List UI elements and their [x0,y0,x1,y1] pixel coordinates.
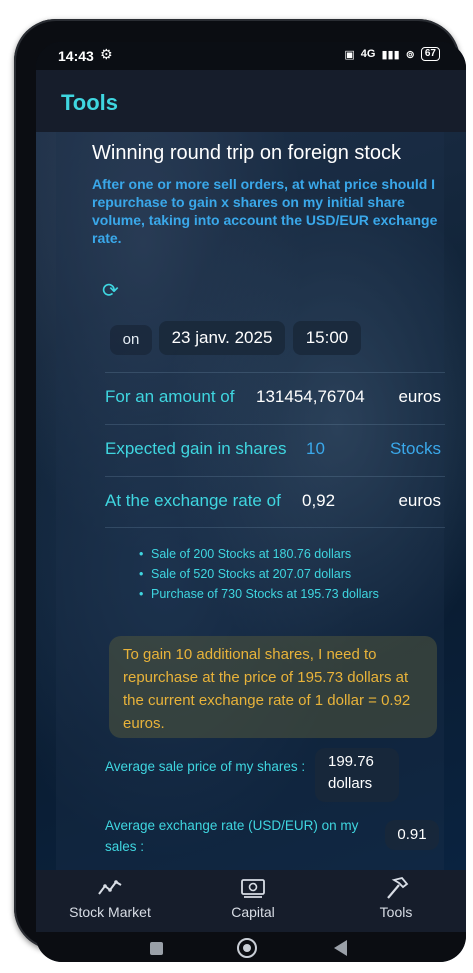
refresh-icon[interactable]: ⟳ [102,278,119,303]
avg-rate-value: 0.91 [385,820,439,850]
content: Winning round trip on foreign stock Afte… [36,132,466,870]
hammer-icon [336,876,456,900]
settings-gear-icon: ⚙ [100,46,113,62]
orders-list: Sale of 200 Stocks at 180.76 dollars Sal… [139,544,379,604]
list-item: Sale of 520 Stocks at 207.07 dollars [139,564,379,584]
bottom-nav: Stock Market Capital Tools [36,870,466,932]
screen: 14:43 ⚙ ▣ 4G ▮▮▮ ⊚ 67 Tools Winning roun… [36,42,466,962]
rate-input[interactable]: 0,92 [302,491,335,511]
phone-frame: 14:43 ⚙ ▣ 4G ▮▮▮ ⊚ 67 Tools Winning roun… [14,19,466,962]
tool-card: Winning round trip on foreign stock Afte… [56,132,445,870]
amount-row: For an amount of 131454,76704 euros [105,372,445,423]
list-item: Purchase of 730 Stocks at 195.73 dollars [139,584,379,604]
gain-label: Expected gain in shares [105,439,287,458]
app-bar: Tools [36,70,466,132]
rate-label: At the exchange rate of [105,491,281,510]
gain-row: Expected gain in shares 10 Stocks [105,424,445,475]
nav-tools[interactable]: Tools [336,876,456,920]
avg-rate-label: Average exchange rate (USD/EUR) on my sa… [105,818,359,854]
avg-price-value: 199.76 dollars [315,748,399,802]
battery-icon: 67 [420,47,440,61]
avg-price-label: Average sale price of my shares : [105,759,306,774]
chart-line-icon [50,876,170,900]
nav-capital-label: Capital [231,904,275,920]
gain-input[interactable]: 10 [306,439,325,459]
time-picker[interactable]: 15:00 [293,321,361,355]
alarm-icon: ▣ [344,48,355,61]
amount-unit: euros [398,387,441,406]
section-subtitle: After one or more sell orders, at what p… [92,176,438,246]
hotspot-icon: ⊚ [405,48,415,61]
gain-unit-selector[interactable]: Stocks [390,439,441,459]
home-icon[interactable] [237,938,257,958]
system-nav-bar [36,932,466,962]
network-label: 4G [360,48,376,60]
rate-row: At the exchange rate of 0,92 euros [105,476,445,528]
status-time: 14:43 [58,48,94,64]
back-icon[interactable] [334,940,347,956]
nav-stock-market-label: Stock Market [69,904,151,920]
rate-unit: euros [398,491,441,510]
amount-label: For an amount of [105,387,235,406]
nav-capital[interactable]: Capital [193,876,313,920]
nav-stock-market[interactable]: Stock Market [50,876,170,920]
result-message: To gain 10 additional shares, I need to … [109,636,437,738]
nav-tools-label: Tools [379,904,413,920]
date-picker[interactable]: 23 janv. 2025 [159,321,285,355]
signal-icon: ▮▮▮ [381,48,400,61]
on-label: on [110,325,152,355]
recent-apps-icon[interactable] [150,942,163,955]
amount-input[interactable]: 131454,76704 [256,387,365,407]
section-title: Winning round trip on foreign stock [92,142,402,164]
page-title: Tools [61,90,119,115]
list-item: Sale of 200 Stocks at 180.76 dollars [139,544,379,564]
status-bar: 14:43 ⚙ ▣ 4G ▮▮▮ ⊚ 67 [36,42,466,70]
cash-icon [193,876,313,900]
